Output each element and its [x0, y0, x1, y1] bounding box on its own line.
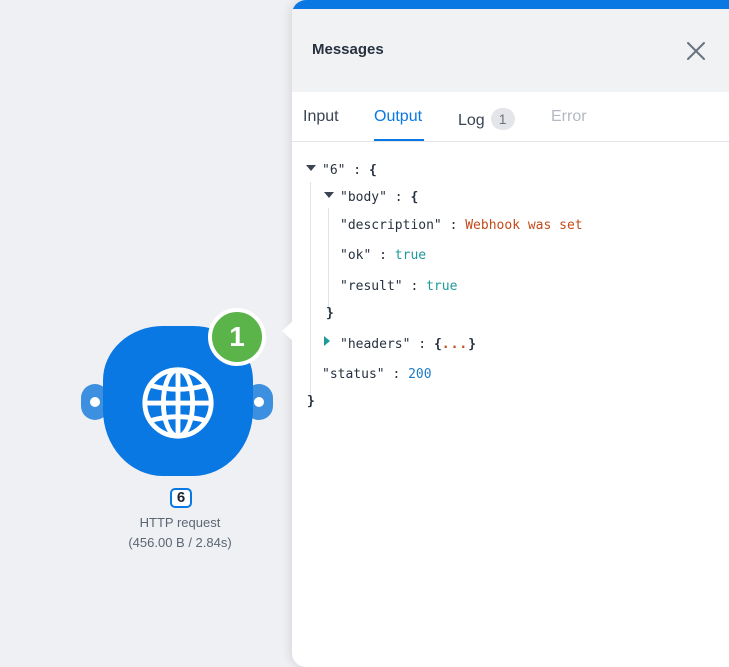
- tab-input[interactable]: Input: [303, 108, 339, 126]
- tree-row-root: "6" : {: [322, 163, 377, 178]
- tree-row-status: "status" : 200: [322, 367, 432, 382]
- panel-tabs: Input Output Log 1 Error: [292, 92, 729, 142]
- log-count-badge: 1: [490, 108, 515, 130]
- tree-row-root-close: }: [307, 394, 315, 409]
- connector-dot: [252, 395, 266, 409]
- module-title: HTTP request: [139, 515, 221, 530]
- tab-log[interactable]: Log 1: [458, 108, 515, 130]
- indent-guide: [310, 182, 311, 402]
- messages-panel: Messages Input Output Log 1 Error "6" : {: [292, 0, 729, 667]
- result-value: true: [426, 279, 458, 294]
- tree-row-result: "result" : true: [340, 279, 458, 294]
- description-value: Webhook was set: [465, 218, 583, 233]
- http-request-module[interactable]: 1 6 HTTP request (456.00 B / 2.84s): [80, 308, 280, 562]
- tab-error[interactable]: Error: [551, 108, 587, 126]
- expand-toggle-headers[interactable]: [324, 336, 330, 346]
- scenario-canvas: 1 6 HTTP request (456.00 B / 2.84s) Mess…: [0, 0, 729, 667]
- tree-row-body-close: }: [326, 306, 334, 321]
- tree-row-description: "description" : Webhook was set: [340, 218, 583, 233]
- tree-row-ok: "ok" : true: [340, 248, 427, 263]
- tree-row-body: "body" : {: [340, 190, 419, 205]
- active-tab-indicator: [374, 139, 424, 141]
- expand-toggle-body[interactable]: [324, 192, 334, 198]
- tab-log-label: Log: [458, 112, 485, 129]
- connector-dot: [88, 395, 102, 409]
- module-id-badge: 6: [170, 488, 192, 508]
- close-icon[interactable]: [684, 39, 708, 63]
- module-stats: (456.00 B / 2.84s): [128, 535, 232, 550]
- panel-title: Messages: [312, 41, 384, 58]
- operations-count-badge[interactable]: 1: [208, 308, 266, 366]
- tab-output[interactable]: Output: [374, 108, 422, 126]
- tree-row-headers: "headers" : {...}: [340, 337, 477, 352]
- panel-accent-bar: [292, 0, 729, 9]
- ok-value: true: [394, 248, 427, 263]
- globe-icon: [142, 367, 214, 439]
- indent-guide: [328, 208, 329, 312]
- panel-header: Messages: [292, 9, 729, 92]
- panel-pointer: [282, 320, 294, 342]
- status-value: 200: [408, 367, 432, 382]
- expand-toggle-root[interactable]: [306, 165, 316, 171]
